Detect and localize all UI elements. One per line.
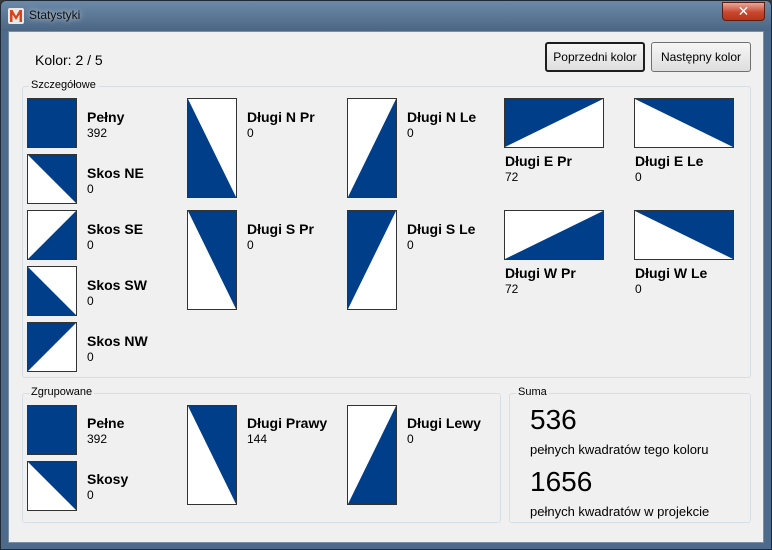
client-area: Kolor: 2 / 5 Poprzedni kolor Następny ko… bbox=[8, 31, 764, 543]
full-square-icon bbox=[27, 98, 77, 148]
dlugi-e-pr-label: Długi E Pr bbox=[505, 153, 572, 169]
pelne-label: Pełne bbox=[87, 415, 125, 431]
dlugi-n-le-value: 0 bbox=[407, 126, 414, 140]
title-bar[interactable]: Statystyki ✕ bbox=[1, 1, 771, 31]
statistics-window: Statystyki ✕ Kolor: 2 / 5 Poprzedni kolo… bbox=[0, 0, 772, 550]
dlugi-w-le-label: Długi W Le bbox=[635, 265, 708, 281]
pelne-value: 392 bbox=[87, 432, 108, 446]
diagonal-sw-icon bbox=[27, 266, 77, 316]
long-right-icon bbox=[187, 405, 237, 505]
dlugi-prawy-value: 144 bbox=[247, 432, 268, 446]
previous-color-button[interactable]: Poprzedni kolor bbox=[545, 42, 645, 72]
color-total-count: 536 bbox=[530, 404, 577, 435]
skos-nw-value: 0 bbox=[87, 350, 94, 364]
long-n-right-icon bbox=[187, 98, 237, 198]
dlugi-s-le-label: Długi S Le bbox=[407, 221, 476, 237]
dlugi-w-pr-value: 72 bbox=[505, 282, 519, 296]
grouped-group: Zgrupowane bbox=[22, 386, 501, 523]
skos-nw-label: Skos NW bbox=[87, 333, 148, 349]
long-n-left-icon bbox=[347, 98, 397, 198]
long-left-icon bbox=[347, 405, 397, 505]
skosy-value: 0 bbox=[87, 488, 94, 502]
close-button[interactable]: ✕ bbox=[722, 2, 765, 21]
diagonal-nw-icon bbox=[27, 322, 77, 372]
dlugi-prawy-label: Długi Prawy bbox=[247, 415, 328, 431]
long-w-left-icon bbox=[634, 210, 734, 260]
skos-sw-label: Skos SW bbox=[87, 277, 147, 293]
project-total-count: 1656 bbox=[530, 466, 593, 497]
long-e-left-icon bbox=[634, 98, 734, 148]
pelny-label: Pełny bbox=[87, 109, 125, 125]
dlugi-lewy-label: Długi Lewy bbox=[407, 415, 481, 431]
dlugi-lewy-value: 0 bbox=[407, 432, 414, 446]
close-icon: ✕ bbox=[737, 3, 750, 19]
skos-ne-value: 0 bbox=[87, 182, 94, 196]
grouped-group-title: Zgrupowane bbox=[29, 386, 95, 398]
dlugi-s-pr-label: Długi S Pr bbox=[247, 221, 314, 237]
dlugi-n-pr-label: Długi N Pr bbox=[247, 109, 315, 125]
window-title: Statystyki bbox=[29, 8, 81, 22]
diagonal-se-icon bbox=[27, 210, 77, 260]
diagonal-icon bbox=[27, 461, 77, 511]
color-total-text: pełnych kwadratów tego koloru bbox=[530, 442, 709, 457]
m-logo-icon bbox=[8, 8, 24, 24]
color-counter: Kolor: 2 / 5 bbox=[35, 52, 103, 68]
details-group-title: Szczegółowe bbox=[29, 79, 98, 91]
dlugi-e-pr-value: 72 bbox=[505, 170, 519, 184]
summary-group-title: Suma bbox=[516, 386, 549, 398]
dlugi-w-pr-label: Długi W Pr bbox=[505, 265, 576, 281]
dlugi-w-le-value: 0 bbox=[635, 282, 642, 296]
dlugi-s-le-value: 0 bbox=[407, 238, 414, 252]
skosy-label: Skosy bbox=[87, 471, 129, 487]
next-color-button[interactable]: Następny kolor bbox=[651, 42, 751, 72]
dlugi-n-pr-value: 0 bbox=[247, 126, 254, 140]
long-w-right-icon bbox=[504, 210, 604, 260]
skos-ne-label: Skos NE bbox=[87, 165, 144, 181]
pelny-value: 392 bbox=[87, 126, 108, 140]
long-e-right-icon bbox=[504, 98, 604, 148]
long-s-right-icon bbox=[187, 210, 237, 310]
skos-se-label: Skos SE bbox=[87, 221, 144, 237]
skos-sw-value: 0 bbox=[87, 294, 94, 308]
skos-se-value: 0 bbox=[87, 238, 94, 252]
full-square-icon bbox=[27, 405, 77, 455]
dlugi-e-le-label: Długi E Le bbox=[635, 153, 704, 169]
dlugi-s-pr-value: 0 bbox=[247, 238, 254, 252]
dlugi-n-le-label: Długi N Le bbox=[407, 109, 477, 125]
long-s-left-icon bbox=[347, 210, 397, 310]
diagonal-ne-icon bbox=[27, 154, 77, 204]
project-total-text: pełnych kwadratów w projekcie bbox=[530, 504, 710, 519]
dlugi-e-le-value: 0 bbox=[635, 170, 642, 184]
